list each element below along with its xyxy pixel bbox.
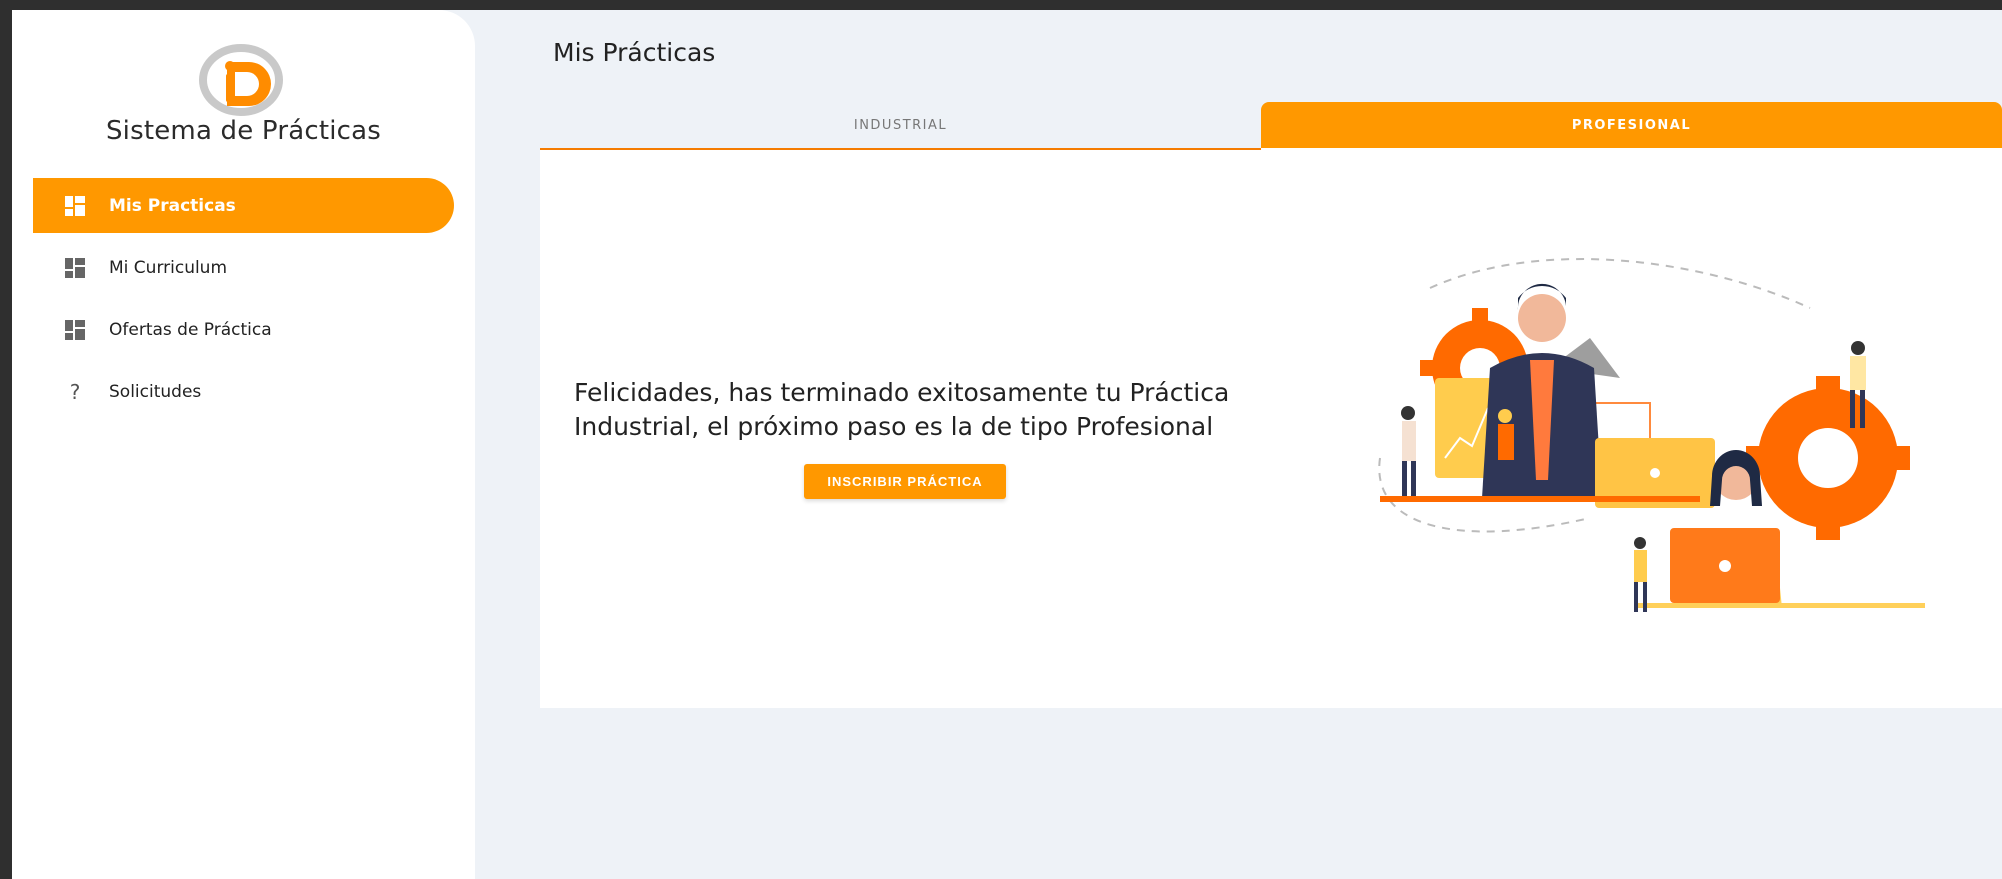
congratulations-message: Felicidades, has terminado exitosamente … [574,378,1230,441]
tab-divider [540,148,1261,150]
app-window: Sistema de Prácticas Mis Practicas Mi Cu… [12,10,2002,879]
content-card: Felicidades, has terminado exitosamente … [540,148,2002,708]
app-logo [199,44,283,116]
sidebar-item-mis-practicas[interactable]: Mis Practicas [33,178,454,233]
app-title: Sistema de Prácticas [105,116,382,146]
sidebar-item-solicitudes[interactable]: ? Solicitudes [33,364,454,419]
practice-type-tabs: INDUSTRIAL PROFESIONAL [540,102,2002,157]
tab-industrial[interactable]: INDUSTRIAL [540,102,1261,148]
sidebar: Sistema de Prácticas Mis Practicas Mi Cu… [12,10,475,879]
sidebar-item-label: Mi Curriculum [109,257,228,278]
inscribir-practica-button[interactable]: INSCRIBIR PRÁCTICA [804,464,1006,499]
sidebar-item-label: Ofertas de Práctica [109,319,272,340]
dashboard-icon [65,195,85,216]
sidebar-item-label: Mis Practicas [109,195,236,216]
sidebar-item-label: Solicitudes [109,381,202,402]
dashboard-icon [65,257,85,278]
business-team-illustration [1378,258,1925,612]
dashboard-icon [65,319,85,340]
sidebar-nav: Mis Practicas Mi Curriculum Ofertas de P… [33,178,454,426]
tab-profesional[interactable]: PROFESIONAL [1261,102,2002,148]
question-icon: ? [69,379,81,404]
sidebar-item-mi-curriculum[interactable]: Mi Curriculum [33,240,454,295]
page-title: Mis Prácticas [553,38,716,67]
sidebar-item-ofertas-de-practica[interactable]: Ofertas de Práctica [33,302,454,357]
